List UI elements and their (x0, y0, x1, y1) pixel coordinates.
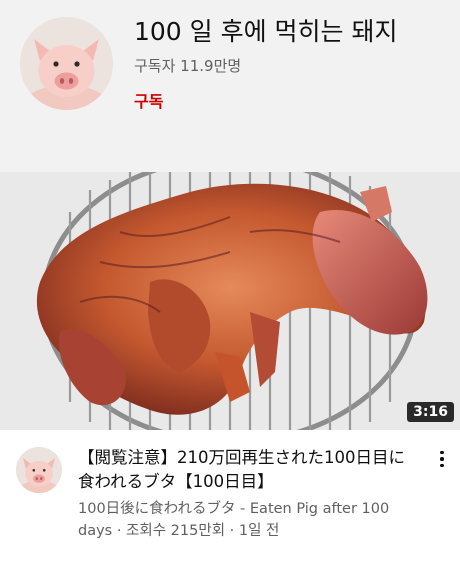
more-dot (440, 450, 444, 455)
pig-face-icon (16, 447, 62, 493)
roast-pig-thumbnail (0, 172, 460, 430)
subscriber-count: 구독자 11.9만명 (134, 57, 242, 75)
video-meta: 100日後に食われるブタ - Eaten Pig after 100 days … (78, 501, 390, 539)
subscribe-button[interactable]: 구독 (134, 88, 163, 112)
video-title[interactable]: 【閲覧注意】210万回再生された100日目に食われるブタ【100日目】 (78, 446, 418, 494)
video-thumbnail[interactable]: 3:16 (0, 172, 460, 430)
channel-header: 100 일 후에 먹히는 돼지 구독자 11.9만명 구독 (0, 0, 460, 172)
pig-face-icon (20, 17, 113, 110)
more-vert-icon[interactable] (432, 446, 452, 472)
channel-avatar-small[interactable] (16, 447, 62, 493)
more-dot (440, 463, 444, 468)
video-duration: 3:16 (407, 402, 454, 422)
channel-title: 100 일 후에 먹히는 돼지 (134, 17, 398, 46)
video-info: 【閲覧注意】210万回再生された100日目に食われるブタ【100日目】 100日… (0, 430, 460, 569)
more-dot (440, 457, 444, 461)
channel-avatar[interactable] (20, 17, 113, 110)
